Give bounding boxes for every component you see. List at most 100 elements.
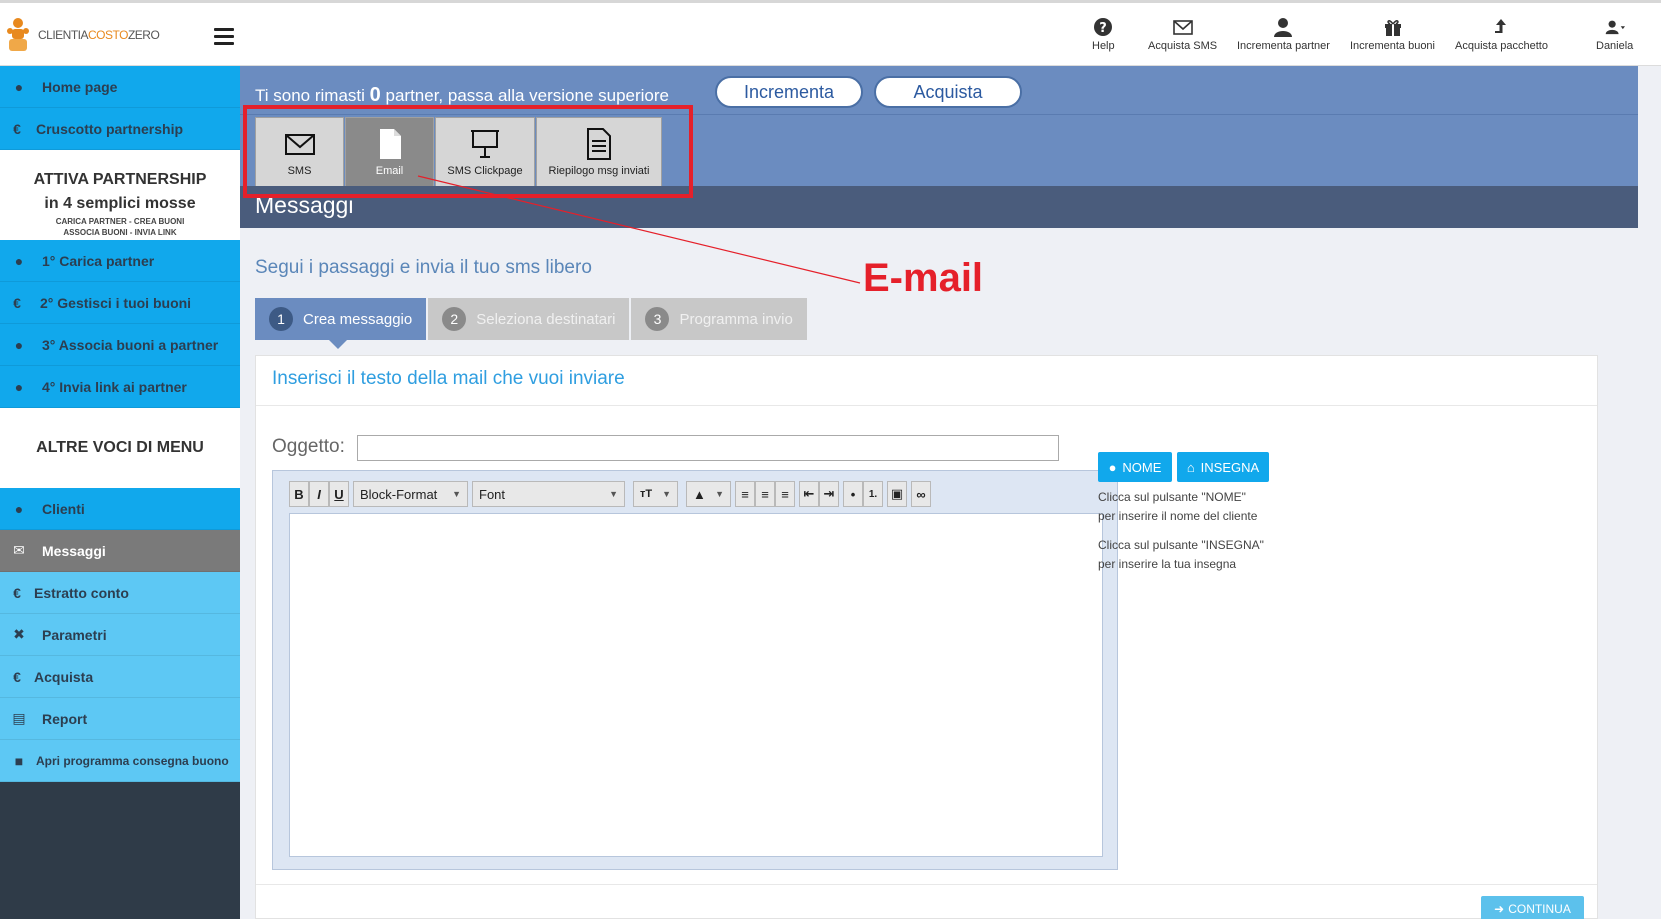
text-color-select[interactable]: ▲ ▼: [686, 481, 731, 507]
chevron-down-icon: ▼: [452, 489, 461, 499]
euro-icon: €: [13, 120, 21, 137]
user-name: Daniela: [1596, 40, 1634, 52]
logo-text-part: CLIENTIA: [38, 28, 89, 42]
numbered-list-icon[interactable]: 1.: [863, 481, 883, 507]
step-programma-invio[interactable]: 3 Programma invio: [631, 298, 807, 340]
wizard-steps: 1 Crea messaggio 2 Seleziona destinatari 3…: [255, 298, 809, 349]
step-label: Seleziona destinatari: [476, 310, 616, 328]
sidebar-item-carica-partner[interactable]: ● 1° Carica partner: [0, 240, 240, 282]
incrementa-buoni-link[interactable]: Incrementa buoni: [1350, 17, 1435, 52]
sidebar-item-report[interactable]: ▤ Report: [0, 698, 240, 740]
top-header: CLIENTIACOSTOZERO ? Help Acquista SMS In…: [0, 0, 1661, 66]
incrementa-partner-label: Incrementa partner: [1237, 40, 1330, 52]
acquista-pacchetto-link[interactable]: Acquista pacchetto: [1455, 17, 1548, 52]
sidebar-item-label: Apri programma consegna buono: [36, 753, 229, 768]
font-size-icon: ᴛT: [640, 488, 653, 500]
help-link[interactable]: ? Help: [1092, 17, 1115, 52]
incrementa-partner-link[interactable]: Incrementa partner: [1237, 17, 1330, 52]
underline-button[interactable]: U: [329, 481, 349, 507]
bold-button[interactable]: B: [289, 481, 309, 507]
logo-mark-icon: [7, 18, 29, 51]
step-seleziona-destinatari[interactable]: 2 Seleziona destinatari: [428, 298, 630, 340]
logo-text: CLIENTIACOSTOZERO: [38, 28, 160, 42]
tools-icon: ✖: [13, 626, 25, 642]
help-line: per inserire il nome del cliente: [1098, 509, 1258, 523]
logo-text-part: ZERO: [127, 28, 160, 42]
sidebar-item-home[interactable]: ● Home page: [0, 66, 240, 108]
italic-button[interactable]: I: [309, 481, 329, 507]
incrementa-button[interactable]: Incrementa: [715, 76, 863, 108]
help-line: per inserire la tua insegna: [1098, 557, 1237, 571]
user-menu[interactable]: Daniela: [1596, 17, 1633, 52]
annotation-label: E-mail: [863, 256, 984, 300]
email-body-editor[interactable]: [289, 513, 1103, 857]
bullet-list-icon[interactable]: •: [843, 481, 863, 507]
menu-toggle-icon[interactable]: [214, 28, 234, 46]
arrow-right-icon: ➜: [1494, 902, 1505, 916]
sidebar-item-apri-programma[interactable]: ■ Apri programma consegna buono: [0, 740, 240, 782]
acquista-button[interactable]: Acquista: [874, 76, 1022, 108]
align-right-icon[interactable]: ≡: [775, 481, 795, 507]
sidebar-item-label: 2° Gestisci i tuoi buoni: [40, 294, 192, 311]
image-icon[interactable]: ▣: [887, 481, 907, 507]
align-center-icon[interactable]: ≡: [755, 481, 775, 507]
card-title: Inserisci il testo della mail che vuoi i…: [272, 368, 625, 389]
sidebar-item-clienti[interactable]: ● Clienti: [0, 488, 240, 530]
indent-icon[interactable]: ⇥: [819, 481, 839, 507]
oggetto-input[interactable]: [357, 435, 1059, 461]
step-number: 2: [442, 307, 467, 331]
acquista-sms-link[interactable]: Acquista SMS: [1148, 17, 1217, 52]
outdent-icon[interactable]: ⇤: [799, 481, 819, 507]
sidebar-item-messaggi[interactable]: ✉ Messaggi: [0, 530, 240, 572]
link-icon[interactable]: ∞: [911, 481, 931, 507]
promo-subtitle: in 4 semplici mosse: [44, 195, 196, 212]
user-icon: [1274, 18, 1293, 37]
sidebar-item-label: Clienti: [42, 500, 85, 517]
rich-text-editor: B I U Block-Format ▼ Font ▼ ᴛT ▼ ▲ ▼ ≡ ≡ ≡: [272, 470, 1118, 870]
font-size-select[interactable]: ᴛT ▼: [633, 481, 678, 507]
sidebar-item-cruscotto[interactable]: € Cruscotto partnership: [0, 108, 240, 150]
sidebar-item-parametri[interactable]: ✖ Parametri: [0, 614, 240, 656]
sidebar-item-label: Report: [42, 710, 88, 727]
app-logo[interactable]: CLIENTIACOSTOZERO: [4, 17, 160, 53]
promo-steps-2: ASSOCIA BUONI - INVIA LINK: [63, 228, 177, 237]
nome-button[interactable]: ● NOME: [1098, 452, 1172, 482]
font-value: Font: [479, 486, 506, 502]
arrow-up-icon: [1495, 19, 1507, 33]
editor-toolbar: B I U Block-Format ▼ Font ▼ ᴛT ▼ ▲ ▼ ≡ ≡ ≡: [289, 481, 931, 507]
chevron-down-icon: ▼: [609, 489, 618, 499]
users-icon: ●: [14, 78, 24, 95]
sidebar-item-gestisci-buoni[interactable]: €2° Gestisci i tuoi buoni: [0, 282, 240, 324]
logo-text-part: COSTO: [88, 28, 128, 42]
insegna-button[interactable]: ⌂ INSEGNA: [1177, 452, 1269, 482]
divider: [256, 405, 1597, 406]
sidebar-item-label: 1° Carica partner: [42, 252, 155, 269]
chevron-down-icon: ▼: [662, 489, 671, 499]
acquista-sms-label: Acquista SMS: [1148, 40, 1218, 52]
insegna-help-text: Clicca sul pulsante "INSEGNA" per inseri…: [1098, 536, 1264, 574]
sidebar-item-invia-link[interactable]: ● 4° Invia link ai partner: [0, 366, 240, 408]
chevron-down-icon: ▼: [715, 489, 724, 499]
nome-help-text: Clicca sul pulsante "NOME" per inserire …: [1098, 488, 1257, 526]
font-select[interactable]: Font ▼: [472, 481, 625, 507]
sidebar-item-label: Acquista: [34, 668, 94, 685]
users-icon: ●: [14, 252, 24, 269]
svg-text:?: ?: [1100, 21, 1108, 36]
envelope-icon: ✉: [13, 542, 25, 558]
step-crea-messaggio[interactable]: 1 Crea messaggio: [255, 298, 427, 349]
users-icon: ●: [14, 336, 24, 353]
help-label: Help: [1092, 40, 1115, 52]
bar-chart-icon: ▤: [12, 710, 26, 726]
oggetto-label: Oggetto:: [272, 436, 345, 457]
insegna-button-label: INSEGNA: [1200, 459, 1260, 475]
sidebar-item-acquista[interactable]: € Acquista: [0, 656, 240, 698]
sidebar-item-estratto-conto[interactable]: € Estratto conto: [0, 572, 240, 614]
continua-button[interactable]: ➜ CONTINUA: [1481, 896, 1584, 919]
continua-label: CONTINUA: [1508, 902, 1571, 916]
nome-button-label: NOME: [1122, 459, 1162, 475]
sidebar-item-associa-buoni[interactable]: ● 3° Associa buoni a partner: [0, 324, 240, 366]
align-left-icon[interactable]: ≡: [735, 481, 755, 507]
block-format-select[interactable]: Block-Format ▼: [353, 481, 468, 507]
sidebar-item-label: Parametri: [42, 626, 107, 643]
euro-icon: €: [13, 294, 21, 311]
